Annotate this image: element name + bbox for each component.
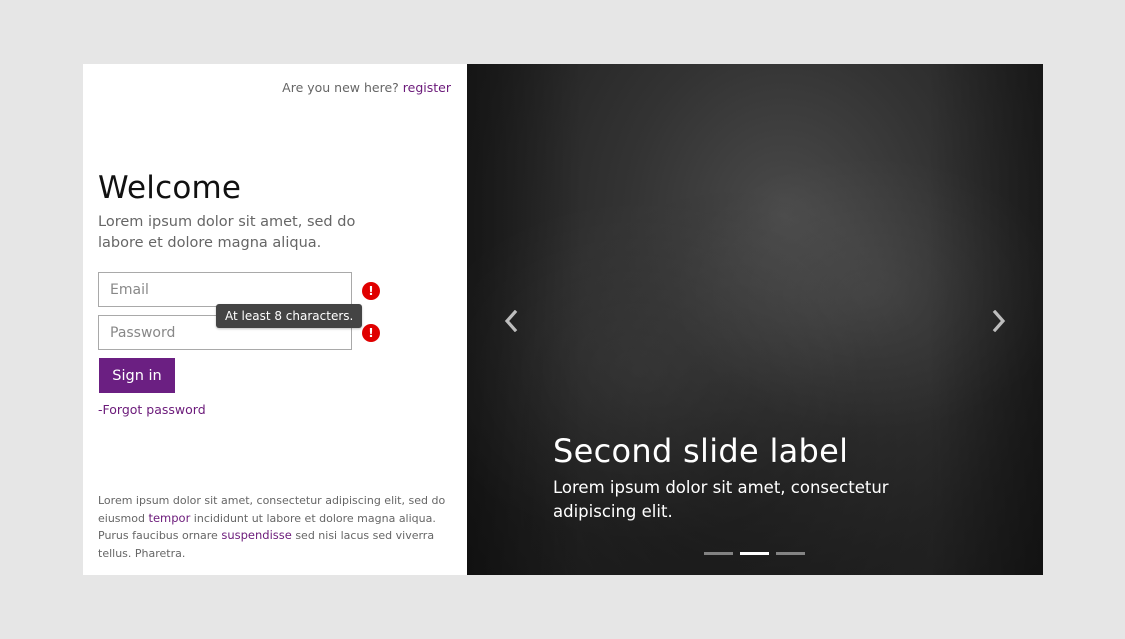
chevron-right-icon — [992, 310, 1006, 332]
register-link[interactable]: register — [403, 80, 451, 95]
validation-tooltip: At least 8 characters. — [216, 304, 363, 328]
carousel-prev-button[interactable] — [496, 306, 526, 336]
chevron-left-icon — [504, 310, 518, 332]
password-error-icon: ! — [362, 324, 380, 342]
carousel-indicator[interactable] — [776, 552, 805, 555]
slide-label: Second slide label — [553, 432, 849, 470]
footer-link-suspendisse[interactable]: suspendisse — [221, 528, 292, 542]
footer-text: Lorem ipsum dolor sit amet, consectetur … — [98, 492, 448, 562]
email-error-icon: ! — [362, 282, 380, 300]
carousel-indicator[interactable] — [704, 552, 733, 555]
forgot-password-link[interactable]: -Forgot password — [98, 402, 206, 417]
register-prompt-text: Are you new here? — [282, 80, 399, 95]
carousel-next-button[interactable] — [984, 306, 1014, 336]
signin-button[interactable]: Sign in — [99, 358, 175, 393]
page-title: Welcome — [98, 170, 242, 206]
carousel-indicator[interactable] — [740, 552, 769, 555]
email-field[interactable] — [98, 272, 352, 307]
carousel-indicators — [704, 552, 805, 555]
intro-text: Lorem ipsum dolor sit amet, sed do labor… — [98, 214, 356, 251]
footer-link-tempor[interactable]: tempor — [148, 511, 190, 525]
register-prompt: Are you new here? register — [282, 80, 451, 95]
login-card: Are you new here? register Welcome Lorem… — [83, 64, 1043, 575]
login-panel: Are you new here? register Welcome Lorem… — [83, 64, 467, 575]
slide-caption: Lorem ipsum dolor sit amet, consectetur … — [553, 478, 889, 521]
carousel: Second slide label Lorem ipsum dolor sit… — [467, 64, 1043, 575]
